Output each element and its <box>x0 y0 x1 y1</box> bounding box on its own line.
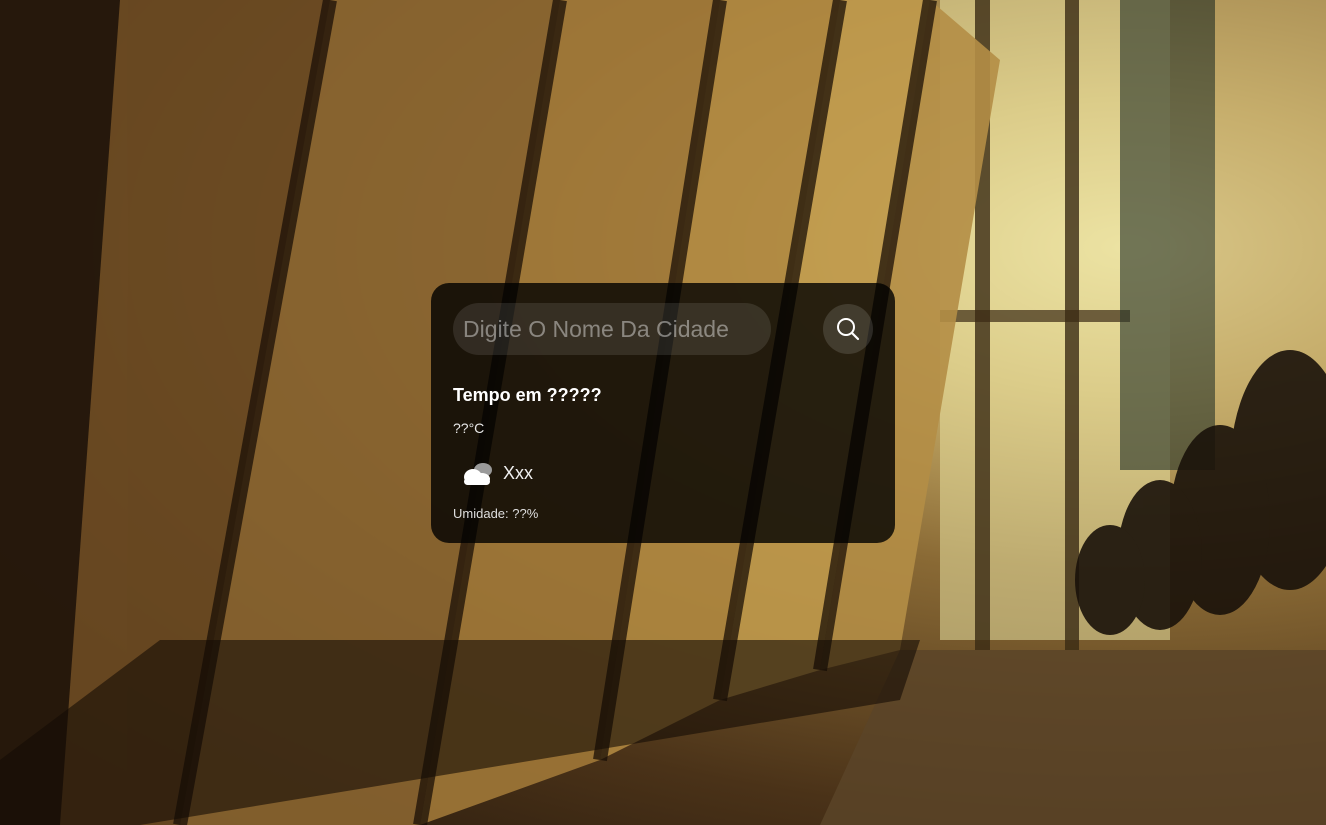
humidity: Umidade: ??% <box>453 506 539 521</box>
weather-card: Tempo em ????? ??°C Xxx Umidade: ??% <box>431 283 895 543</box>
search-icon <box>837 318 860 341</box>
weather-condition: Xxx <box>453 458 873 488</box>
cloud-icon <box>464 463 492 485</box>
city-search-input[interactable] <box>453 303 771 355</box>
city-title: Tempo em ????? <box>453 385 602 405</box>
condition-text: Xxx <box>503 462 534 483</box>
temperature: ??°C <box>453 420 485 436</box>
search-bar <box>453 303 873 355</box>
search-button[interactable] <box>823 304 873 354</box>
